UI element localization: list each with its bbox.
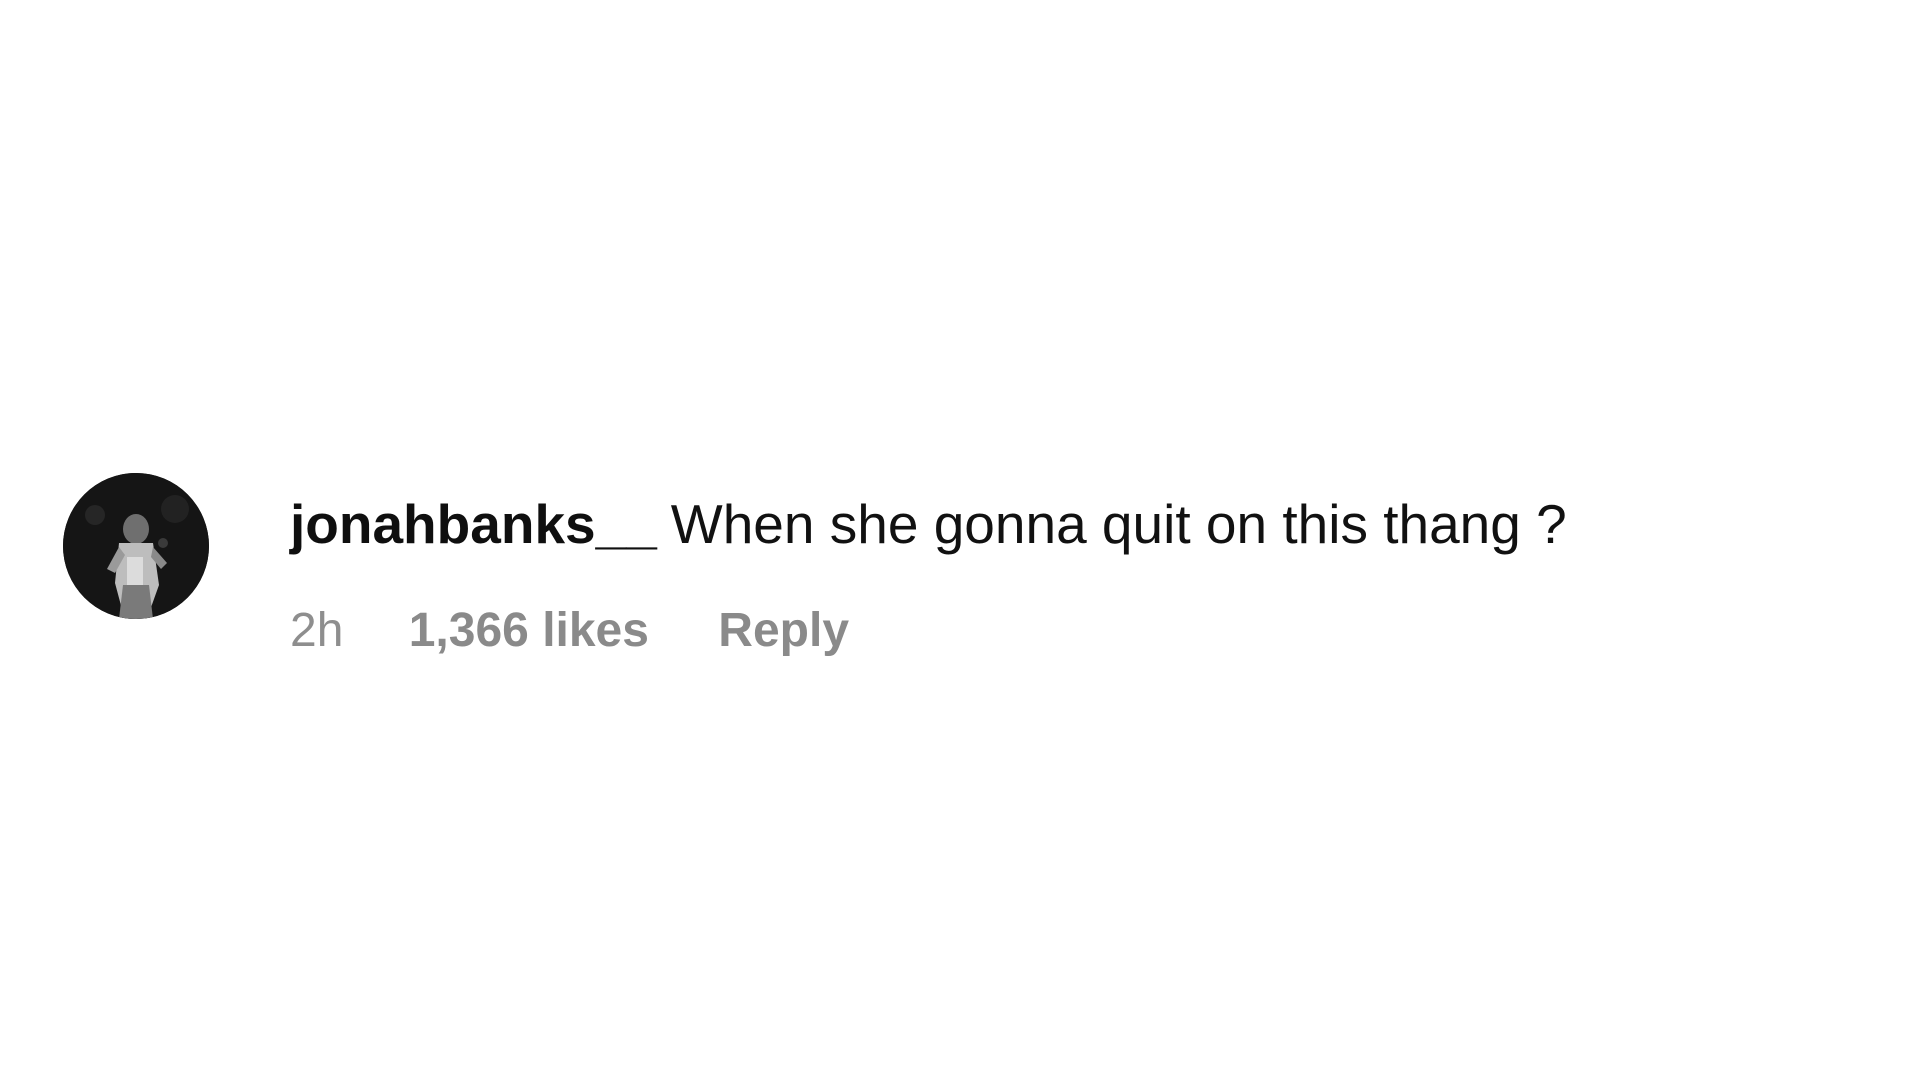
- comment-body: jonahbanks__ When she gonna quit on this …: [290, 491, 1567, 659]
- page: jonahbanks__ When she gonna quit on this …: [0, 0, 1920, 1080]
- comment-meta: 2h 1,366 likes Reply: [290, 603, 1567, 659]
- comment: jonahbanks__ When she gonna quit on this …: [63, 473, 1567, 659]
- timestamp[interactable]: 2h: [290, 603, 343, 659]
- likes-count[interactable]: 1,366 likes: [409, 603, 649, 659]
- reply-button[interactable]: Reply: [718, 603, 849, 659]
- comment-text: When she gonna quit on this thang ?: [670, 493, 1567, 555]
- comment-line: jonahbanks__ When she gonna quit on this …: [290, 491, 1567, 557]
- profile-photo-icon: [63, 473, 209, 619]
- username-link[interactable]: jonahbanks__: [290, 493, 657, 555]
- avatar[interactable]: [63, 473, 209, 619]
